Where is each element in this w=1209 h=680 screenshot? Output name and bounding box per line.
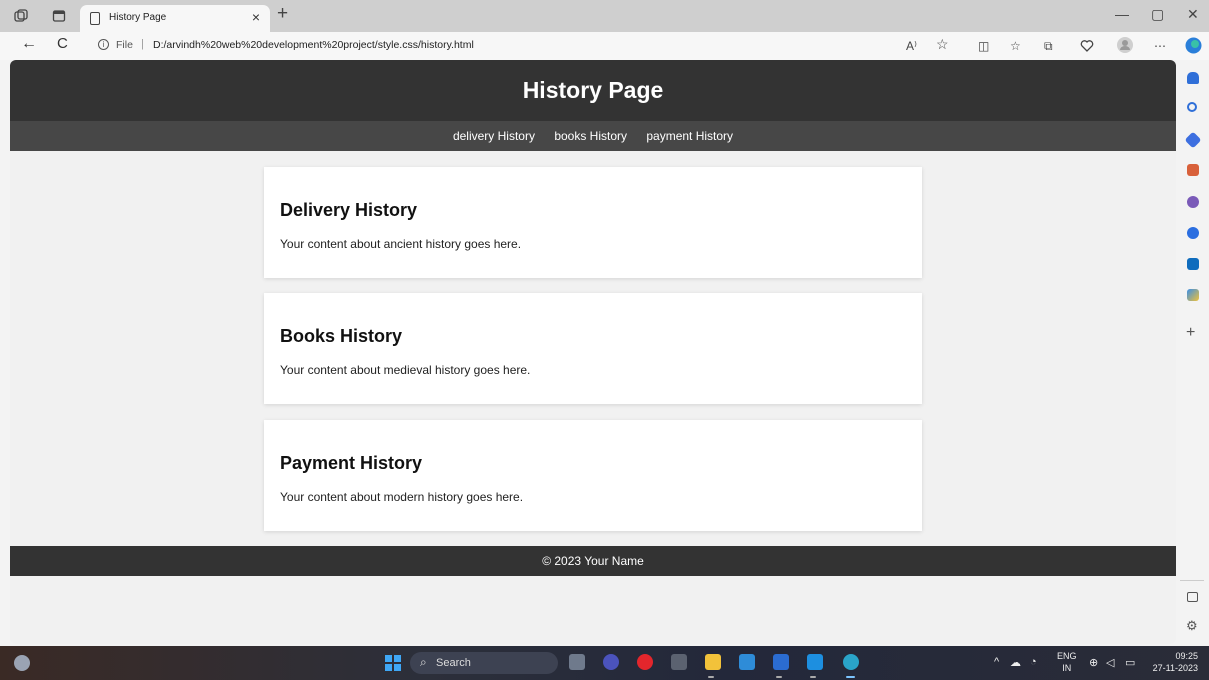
site-nav: delivery History books History payment H… [10,121,1176,151]
shopping-tag-icon[interactable] [1184,131,1202,149]
teams-app-icon[interactable] [739,654,755,670]
section-text: Your content about medieval history goes… [280,363,531,377]
language-code: ENG [1057,651,1077,661]
section-heading: Payment History [280,453,423,473]
wifi-icon[interactable]: ⊕ [1089,656,1098,669]
nav-link-delivery-history[interactable]: delivery History [453,121,535,151]
cloud-icon[interactable]: ☁ [1010,656,1021,669]
browser-toolbar: ← C i File | D:/arvindh%20web%20developm… [0,32,1209,60]
vscode-app-icon[interactable] [807,654,823,670]
network-icon[interactable]: ◔ [1030,656,1037,668]
running-indicator [846,676,855,678]
minimize-button[interactable]: — [1115,6,1129,22]
edge-app-icon[interactable] [843,654,859,670]
sidebar-settings-icon[interactable]: ⚙ [1186,618,1198,634]
taskbar-search[interactable]: ⌕ Search [410,652,558,674]
collections-icon[interactable]: ⧉ [1044,39,1053,53]
language-region: IN [1062,663,1072,673]
add-sidebar-app-icon[interactable]: + [1186,324,1195,342]
read-aloud-icon[interactable]: A⁾ [906,39,917,53]
search-icon[interactable] [1187,102,1197,112]
browser-tab-strip: History Page × + — ▢ ✕ [0,0,1209,32]
running-indicator [810,676,816,678]
nav-link-payment-history[interactable]: payment History [646,121,733,151]
windows-taskbar: ⌕ Search ^ ☁ ◔ ENG IN ⊕ ◁ ▭ 09:25 27-11-… [0,646,1209,680]
file-manager-app-icon[interactable] [569,654,585,670]
info-icon[interactable]: i [98,39,109,50]
books-history-section: Books History Your content about medieva… [264,293,922,404]
sidebar-divider [1180,580,1204,581]
new-tab-button[interactable]: + [277,3,288,25]
drop-icon[interactable] [1187,289,1199,301]
section-text: Your content about modern history goes h… [280,490,524,504]
workspaces-icon[interactable] [14,9,28,23]
address-separator: | [141,38,144,50]
page-icon [90,12,100,25]
more-options-icon[interactable]: ⋯ [1154,39,1166,53]
browser-essentials-icon[interactable] [1080,39,1094,56]
tab-history-page[interactable]: History Page × [80,5,270,32]
favorite-star-icon[interactable]: ☆ [936,37,949,51]
start-button[interactable] [385,655,401,671]
volume-icon[interactable]: ◁ [1106,656,1114,669]
battery-icon[interactable]: ▭ [1125,656,1135,669]
tools-briefcase-icon[interactable] [1187,164,1199,176]
url-text[interactable]: D:/arvindh%20web%20development%20project… [153,39,474,51]
taskbar-search-label: Search [436,657,471,669]
games-icon[interactable] [1187,196,1199,208]
weather-icon[interactable] [14,655,30,671]
tab-title: History Page [109,12,167,23]
tab-actions-icon[interactable] [52,9,66,23]
edge-sidebar: + ⚙ [1176,60,1209,646]
close-window-button[interactable]: ✕ [1187,6,1199,23]
section-heading: Delivery History [280,200,418,220]
delivery-history-section: Delivery History Your content about anci… [264,167,922,278]
refresh-button[interactable]: C [57,35,68,52]
language-indicator[interactable]: ENG IN [1057,650,1077,674]
nav-link-books-history[interactable]: books History [554,121,627,151]
restore-button[interactable]: ▢ [1151,6,1164,23]
meet-app-icon[interactable] [603,654,619,670]
site-footer: © 2023 Your Name [10,546,1176,576]
microsoft-365-icon[interactable] [1187,227,1199,239]
favorites-icon[interactable]: ☆ [1010,39,1021,53]
copilot-icon[interactable] [1185,37,1202,57]
back-button[interactable]: ← [21,35,37,53]
address-bar[interactable]: i File | D:/arvindh%20web%20development%… [86,34,966,58]
page-viewport: History Page delivery History books Hist… [10,60,1176,644]
payment-history-section: Payment History Your content about moder… [264,420,922,531]
site-header: History Page [10,60,1176,121]
clock[interactable]: 09:25 27-11-2023 [1150,650,1198,674]
opera-app-icon[interactable] [637,654,653,670]
scheme-label: File [116,39,133,51]
date: 27-11-2023 [1152,663,1198,673]
notifications-icon[interactable] [1187,72,1199,84]
profile-avatar-icon[interactable] [1117,37,1133,56]
time: 09:25 [1175,651,1198,661]
running-indicator [708,676,714,678]
show-hidden-icons-icon[interactable]: ^ [994,656,999,668]
calculator-app-icon[interactable] [671,654,687,670]
split-screen-icon[interactable]: ◫ [978,39,989,53]
running-indicator [776,676,782,678]
page-title: History Page [522,77,664,103]
tab-close-button[interactable]: × [252,9,260,25]
outlook-icon[interactable] [1187,258,1199,270]
section-text: Your content about ancient history goes … [280,237,522,251]
file-explorer-app-icon[interactable] [705,654,721,670]
search-icon: ⌕ [420,655,427,669]
hide-sidebar-icon[interactable] [1187,592,1198,602]
word-app-icon[interactable] [773,654,789,670]
section-heading: Books History [280,326,403,346]
